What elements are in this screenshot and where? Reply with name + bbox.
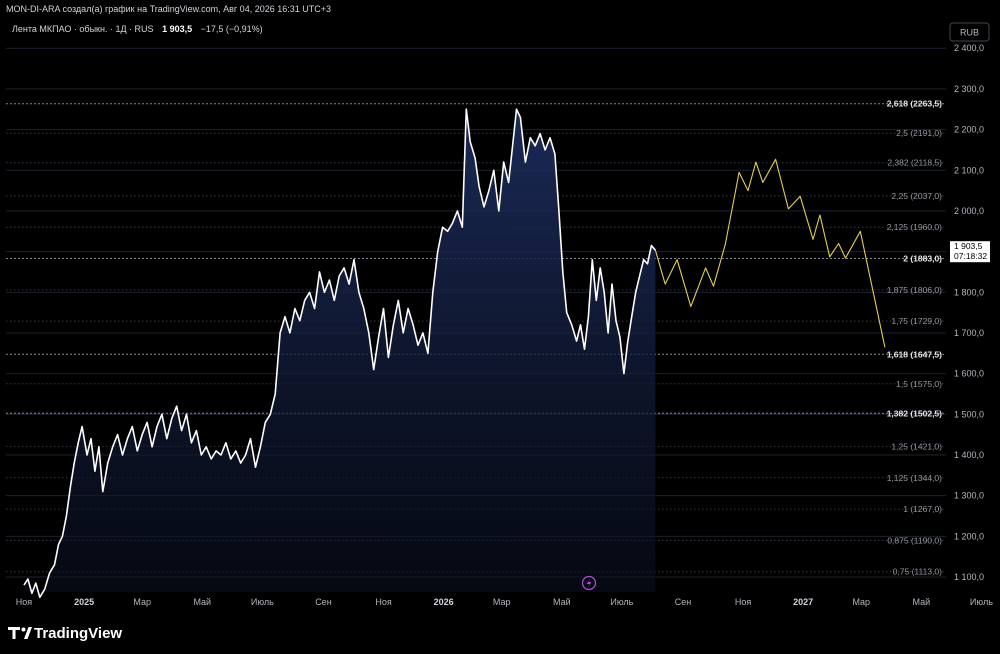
y-tick-label: 2 100,0: [954, 165, 984, 175]
x-tick-label: Ноя: [16, 597, 33, 607]
x-tick-label: Май: [913, 597, 931, 607]
x-tick-label: Сен: [675, 597, 692, 607]
x-tick-label: 2026: [434, 597, 454, 607]
fib-level-label: 2,382 (2118,5): [887, 158, 942, 168]
fib-level-label: 0,875 (1190,0): [887, 535, 942, 545]
y-axis[interactable]: 1 100,0 1 200,0 1 300,0 1 400,0 1 500,0 1 600…: [954, 43, 984, 582]
y-tick-label: 1 300,0: [954, 491, 984, 501]
x-tick-label: Июль: [970, 597, 993, 607]
fib-level-label: 1,25 (1421,0): [891, 441, 942, 451]
x-tick-label: Мар: [852, 597, 870, 607]
y-tick-label: 2 000,0: [954, 206, 984, 216]
brand-name: TradingView: [34, 625, 122, 642]
currency-button[interactable]: RUB: [949, 22, 990, 42]
chart-svg: MON-DI-ARA создал(а) график на TradingVi…: [6, 4, 993, 642]
y-tick-label: 1 400,0: [954, 450, 984, 460]
y-tick-label: 1 500,0: [954, 409, 984, 419]
x-tick-label: Сен: [315, 597, 332, 607]
fib-level-label: 1,382 (1502,5): [887, 408, 942, 418]
fib-level-label: 2,25 (2037,0): [891, 191, 942, 201]
y-tick-label: 1 700,0: [954, 328, 984, 338]
badge-countdown: 07:18:32: [954, 251, 987, 261]
fib-level-label: 1 (1267,0): [903, 504, 942, 514]
x-tick-label: Июль: [251, 597, 274, 607]
attribution-text: MON-DI-ARA создал(а) график на TradingVi…: [6, 4, 331, 14]
x-tick-label: Май: [553, 597, 571, 607]
tradingview-logo[interactable]: TradingView: [8, 625, 122, 642]
x-axis[interactable]: Ноя 2025 Мар Май Июль Сен Ноя 2026 Мар Май Июль Сен…: [16, 597, 993, 607]
y-tick-label: 2 400,0: [954, 43, 984, 53]
y-tick-label: 1 100,0: [954, 572, 984, 582]
x-tick-label: 2027: [793, 597, 813, 607]
fib-level-label: 2,125 (1960,0): [887, 222, 942, 232]
last-price-badge: 1 903,5 07:18:32: [950, 241, 990, 263]
x-tick-label: Ноя: [735, 597, 752, 607]
y-tick-label: 2 200,0: [954, 125, 984, 135]
fib-level-label: 1,125 (1344,0): [887, 473, 942, 483]
tv-logo-icon: [8, 627, 20, 639]
fib-level-label: 1,5 (1575,0): [896, 379, 942, 389]
badge-price: 1 903,5: [954, 241, 983, 251]
x-tick-label: Июль: [610, 597, 633, 607]
x-tick-label: Мар: [133, 597, 151, 607]
fib-level-label: 1,618 (1647,5): [887, 349, 942, 359]
fib-level-label: 2 (1883,0): [903, 254, 942, 264]
price-change: −17,5 (−0,91%): [201, 24, 263, 34]
y-tick-label: 1 800,0: [954, 287, 984, 297]
y-tick-label: 1 600,0: [954, 369, 984, 379]
fib-level-label: 0,75 (1113,0): [893, 567, 942, 577]
price-area-fill: [24, 109, 656, 598]
y-tick-label: 1 200,0: [954, 531, 984, 541]
last-price: 1 903,5: [162, 24, 192, 34]
y-tick-label: 2 300,0: [954, 84, 984, 94]
x-tick-label: Ноя: [375, 597, 392, 607]
fib-level-label: 1,75 (1729,0): [891, 316, 942, 326]
projection-series-line: [654, 158, 886, 348]
fib-level-label: 2,5 (2191,0): [896, 128, 942, 138]
currency-button-label[interactable]: RUB: [960, 28, 979, 38]
x-tick-label: Май: [193, 597, 211, 607]
symbol-line: Лента МКПАО · обыкн. · 1Д · RUS: [12, 24, 154, 34]
fib-level-label: 1,875 (1806,0): [887, 285, 942, 295]
price-area: [24, 109, 656, 598]
symbol-legend: Лента МКПАО · обыкн. · 1Д · RUS 1 903,5 …: [12, 24, 263, 34]
fib-level-label: 2,618 (2263,5): [887, 99, 942, 109]
x-tick-label: Мар: [493, 597, 511, 607]
x-tick-label: 2025: [74, 597, 94, 607]
